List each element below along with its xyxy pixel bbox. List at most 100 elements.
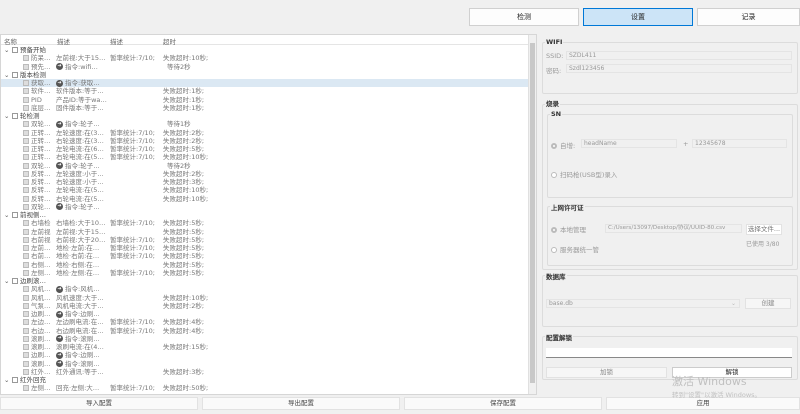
tree-item-row[interactable]: 右侧… 地检·右侧:在… 失败超时:5秒; [1,261,530,269]
tree-item-row[interactable]: 反转… 左轮电流:在(5… 失败超时:10秒; [1,186,530,194]
tree-group-row[interactable]: ⌄ 红外回充 [1,376,530,384]
chevron-down-icon[interactable]: ⌄ [4,112,9,120]
tree-item-row[interactable]: 正转… 右轮速度:在(3… 暂率统计:7/10; 失败超时:2秒; [1,137,530,145]
license-local-radio[interactable]: 本地管理 [551,224,586,234]
checkbox[interactable] [23,335,29,342]
tab-detect[interactable]: 检测 [469,8,579,26]
checkbox[interactable] [12,47,18,53]
tree-item-row[interactable]: 滚刷… ➜ 指令:滚刷… [1,335,530,343]
tree-item-row[interactable]: 左前… 地检·左前:在… 暂率统计:7/10; 失败超时:5秒; [1,244,530,252]
checkbox[interactable] [23,63,29,70]
tree-item-row[interactable]: 风机… 风机速度:大于… 失败超时:10秒; [1,294,530,302]
tree-item-row[interactable]: 左侧… 地检·左侧:在… 暂率统计:7/10; 失败超时:5秒; [1,269,530,277]
tree-item-row[interactable]: 反转… 右轮速度:小于… 失败超时:3秒; [1,178,530,186]
password-input[interactable]: Szdl123456 [566,64,792,73]
col-desc2[interactable]: 描述 [110,36,123,46]
checkbox[interactable] [23,352,29,359]
checkbox[interactable] [23,236,29,243]
export-config-button[interactable]: 导出配置 [202,397,400,410]
tree-item-row[interactable]: 获取… ➜ 指令:获取… [1,79,530,88]
choose-file-button[interactable]: 选择文件... [746,224,782,235]
checkbox[interactable] [23,302,29,309]
tree-item-row[interactable]: 底层… 固件版本:等于… 失败超时:1秒; [1,104,530,112]
tree-group-row[interactable]: ⌄ 前视侧… [1,211,530,219]
tree-item-row[interactable]: 正转… 左轮速度:在(3… 暂率统计:7/10; 失败超时:2秒; [1,129,530,137]
checkbox[interactable] [23,327,29,334]
col-timeout[interactable]: 超时 [163,36,176,46]
checkbox[interactable] [23,286,29,293]
checkbox[interactable] [23,170,29,177]
tree-item-row[interactable]: 反转… 左轮速度:小于… 失败超时:2秒; [1,170,530,178]
unlock-button[interactable]: 解锁 [672,367,792,378]
database-select[interactable]: base.db ⌄ [546,299,740,308]
checkbox[interactable] [12,212,18,218]
checkbox[interactable] [23,360,29,367]
tree-item-row[interactable]: 气泵… 风机电流:大于… 失败超时:2秒; [1,302,530,310]
tree-item-row[interactable]: 软件… 软件版本:等于… 失败超时:1秒; [1,87,530,95]
tree-item-row[interactable]: 右墙检 右墙检:大于10… 暂率统计:7/10; 失败超时:5秒; [1,219,530,227]
checkbox[interactable] [23,55,29,62]
checkbox[interactable] [23,228,29,235]
tree-item-row[interactable]: 防呆… 左前视:大于15… 暂率统计:7/10; 失败超时:10秒; [1,54,530,62]
tree-item-row[interactable]: 风机… ➜ 指令:风机… [1,285,530,293]
checkbox[interactable] [23,269,29,276]
checkbox[interactable] [23,121,29,128]
checkbox[interactable] [23,129,29,136]
checkbox[interactable] [23,220,29,227]
checkbox[interactable] [23,385,29,392]
tree-item-row[interactable]: 边刷… ➜ 指令:边刷… [1,310,530,318]
save-config-button[interactable]: 保存配置 [404,397,602,410]
checkbox[interactable] [23,162,29,169]
ssid-input[interactable]: SZDL411 [566,51,792,60]
sn-scan-radio[interactable]: 扫码枪(USB型)录入 [551,169,617,179]
checkbox[interactable] [23,311,29,317]
tree-group-row[interactable]: ⌄ 边刷滚… [1,277,530,285]
col-desc1[interactable]: 描述 [57,36,70,46]
scroll-thumb[interactable] [530,43,535,383]
tab-settings[interactable]: 设置 [583,8,693,26]
tree-item-row[interactable]: 预先… ➜ 指令:wifi… 等待2秒 [1,63,530,71]
tab-records[interactable]: 记录 [697,8,800,26]
apply-button[interactable]: 应用 [606,397,800,410]
tree-item-row[interactable]: 双轮… ➜ 指令:轮子… 等待2秒 [1,162,530,170]
lock-button[interactable]: 加锁 [546,367,667,378]
checkbox[interactable] [23,187,29,194]
tree-item-row[interactable]: 双轮… ➜ 指令:轮子… [1,203,530,211]
checkbox[interactable] [23,195,29,202]
checkbox[interactable] [23,154,29,161]
checkbox[interactable] [23,104,29,111]
checkbox[interactable] [23,88,29,95]
checkbox[interactable] [23,294,29,301]
chevron-down-icon[interactable]: ⌄ [4,211,9,219]
tree-item-row[interactable]: 滚刷… ➜ 指令:滚刷… [1,360,530,368]
checkbox[interactable] [23,96,29,103]
tree-item-row[interactable]: 右前… 地检·右前:在… 暂率统计:7/10; 失败超时:5秒; [1,252,530,260]
checkbox[interactable] [23,261,29,268]
tree-item-row[interactable]: 左边… 左边刷电流:在… 暂率统计:7/10; 失败超时:4秒; [1,318,530,326]
checkbox[interactable] [23,245,29,251]
tree-item-row[interactable]: 反转… 右轮电流:在(5… 失败超时:10秒; [1,195,530,203]
license-path-input[interactable]: C:/Users/13097/Desktop/协议/UUID-80.csv [605,224,742,233]
tree-item-row[interactable]: 左前视 左前视:大于15… 失败超时:5秒; [1,228,530,236]
checkbox[interactable] [23,80,29,86]
license-server-radio[interactable]: 服务器统一管 [551,244,599,254]
checkbox[interactable] [23,253,29,260]
chevron-down-icon[interactable]: ⌄ [4,277,9,285]
checkbox[interactable] [23,319,29,326]
checkbox[interactable] [12,278,18,284]
col-name[interactable]: 名称 [4,36,17,46]
checkbox[interactable] [12,113,18,119]
sn-head-input[interactable]: headName [581,139,677,148]
tree-group-row[interactable]: ⌄ 预备开始 [1,46,530,54]
chevron-down-icon[interactable]: ⌄ [4,46,9,54]
sn-number-input[interactable]: 12345678 [692,139,787,148]
tree-group-row[interactable]: ⌄ 轮检测 [1,112,530,120]
import-config-button[interactable]: 导入配置 [0,397,198,410]
tree-item-row[interactable]: 右前视 右前视:大于20… 暂率统计:7/10; 失败超时:5秒; [1,236,530,244]
tree-item-row[interactable]: 红外… 红外通讯:等于… 失败超时:3秒; [1,368,530,376]
tree-item-row[interactable]: PID 产品ID:等于wa… 失败超时:1秒; [1,96,530,104]
checkbox[interactable] [12,71,18,78]
test-item-tree[interactable]: 名称 描述 描述 超时 ⌄ 预备开始 防呆… 左前视:大于15… 暂率统计:7/10; 失… [0,34,537,395]
tree-item-row[interactable]: 右边… 右边刷电流:在… 暂率统计:7/10; 失败超时:4秒; [1,327,530,335]
unlock-password-input[interactable] [546,348,792,358]
